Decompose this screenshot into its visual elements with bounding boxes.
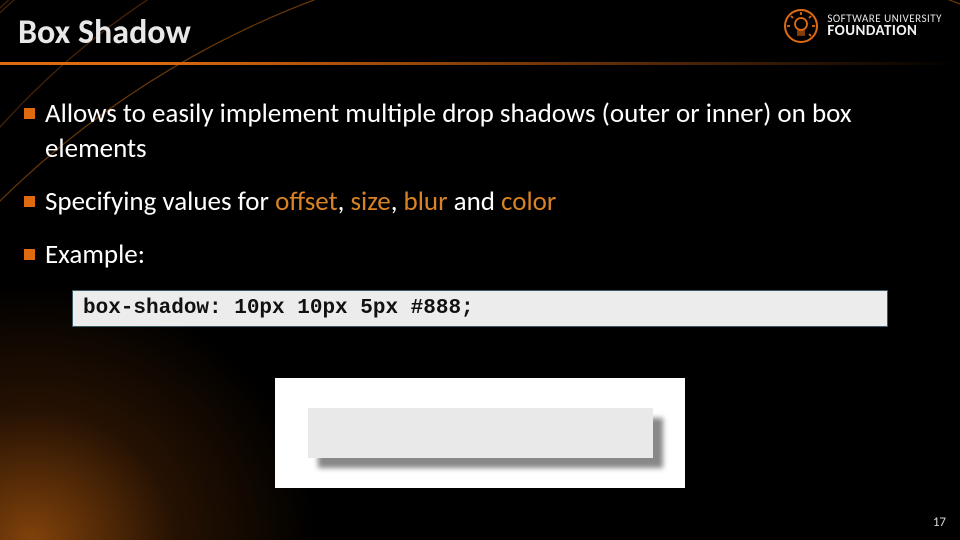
- accent-blur: blur: [404, 185, 448, 218]
- title-underline: [0, 62, 960, 65]
- page-number: 17: [933, 515, 946, 530]
- logo-line-2: FOUNDATION: [827, 24, 942, 39]
- bullet-1: Allows to easily implement multiple drop…: [24, 96, 936, 166]
- bullet-marker-icon: [24, 249, 35, 260]
- lightbulb-gear-icon: [783, 8, 819, 44]
- code-example: box-shadow: 10px 10px 5px #888;: [72, 290, 888, 327]
- bullet-1-text: Allows to easily implement multiple drop…: [45, 96, 936, 166]
- accent-offset: offset: [275, 185, 338, 218]
- bullet-marker-icon: [24, 108, 35, 119]
- bullet-2: Specifying values for offset, size, blur…: [24, 184, 936, 219]
- content-area: Allows to easily implement multiple drop…: [24, 96, 936, 327]
- slide-title: Box Shadow: [18, 12, 191, 53]
- bullet-3-text: Example:: [45, 237, 145, 272]
- bullet-2-text: Specifying values for offset, size, blur…: [45, 184, 556, 219]
- bullet-3: Example:: [24, 237, 936, 272]
- accent-color: color: [501, 185, 556, 218]
- bullet-marker-icon: [24, 196, 35, 207]
- brand-logo: SOFTWARE UNIVERSITY FOUNDATION: [783, 8, 942, 44]
- shadow-preview-container: [275, 378, 685, 488]
- accent-size: size: [350, 185, 390, 218]
- shadow-preview-box: [308, 408, 653, 458]
